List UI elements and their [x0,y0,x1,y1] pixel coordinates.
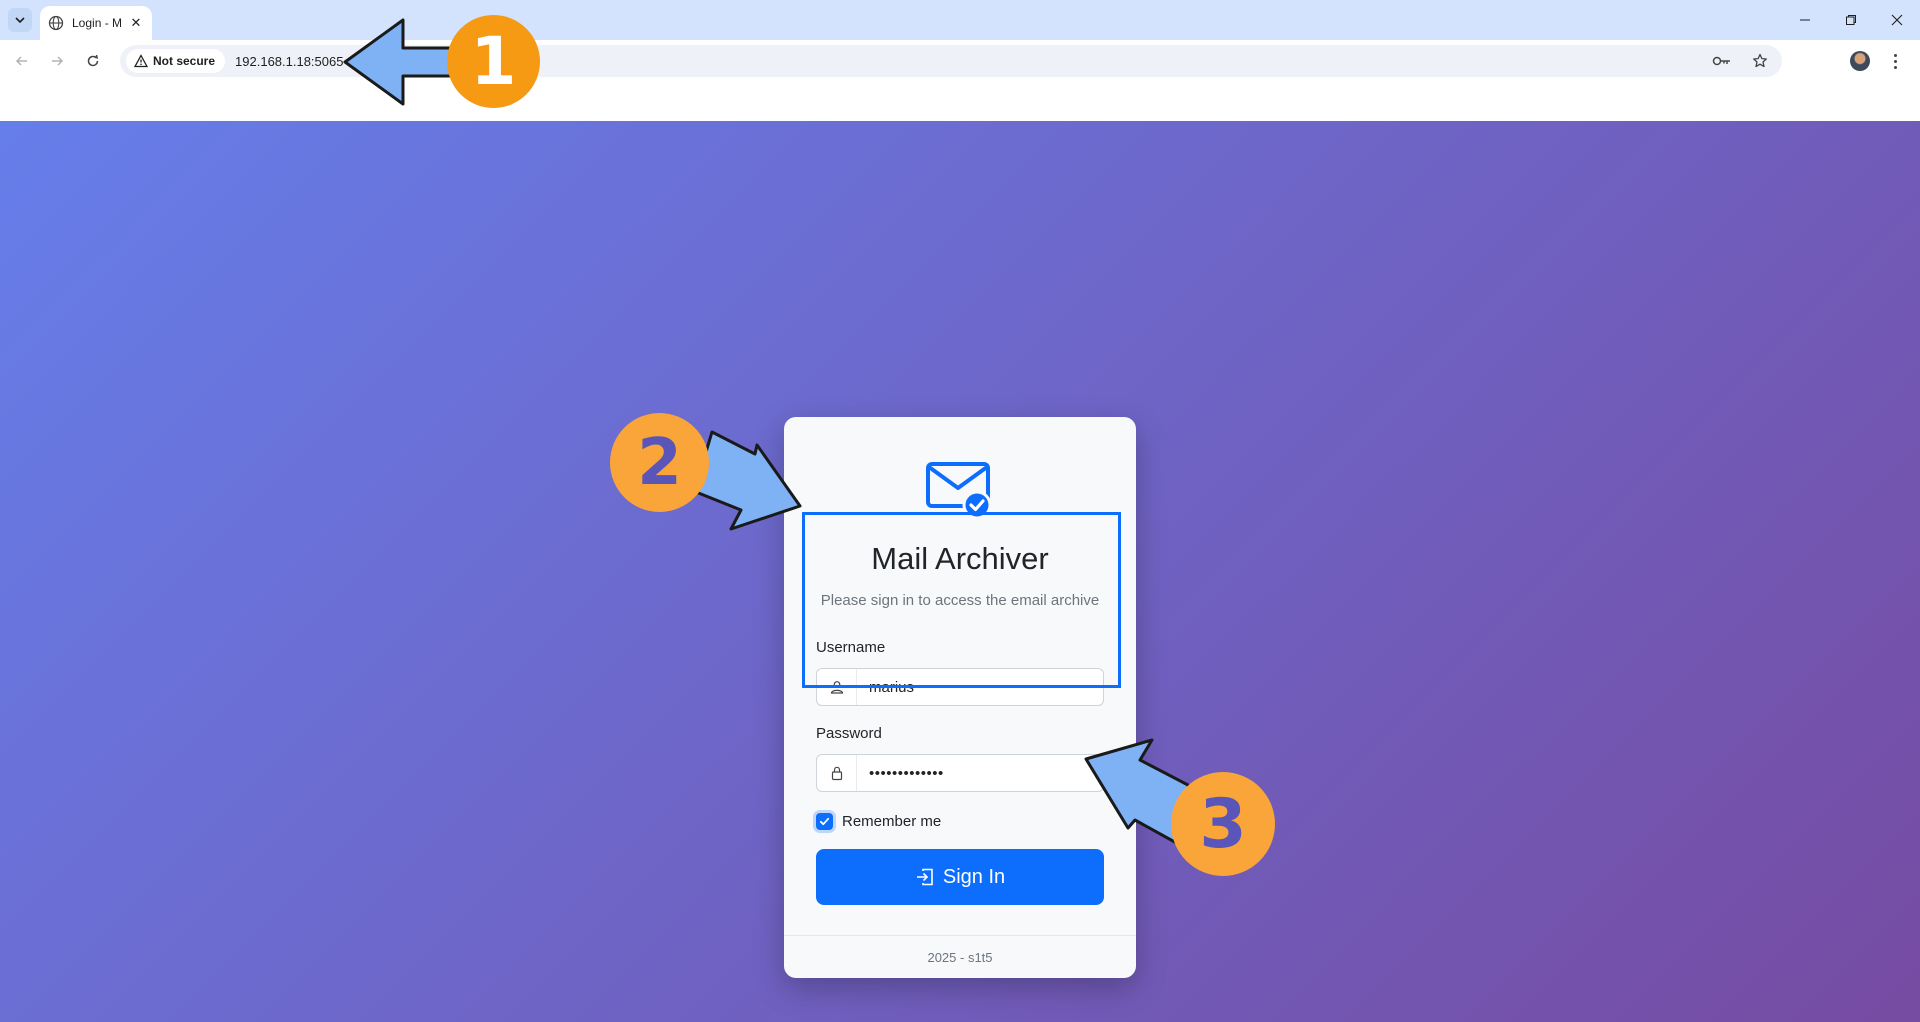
password-label: Password [816,725,882,742]
globe-icon [48,15,64,31]
card-footer: 2025 - s1t5 [784,935,1136,978]
step-1-badge: 1 [447,15,540,108]
browser-tab[interactable]: Login - M ✕ [40,6,152,40]
tab-close-icon[interactable]: ✕ [128,15,144,31]
password-field[interactable]: ••••••••••••• [816,754,1104,792]
key-icon [1712,56,1730,66]
browser-tab-bar: Login - M ✕ [0,0,1920,40]
reload-icon [87,54,99,67]
security-chip-label: Not secure [153,54,216,68]
close-window-button[interactable] [1874,0,1920,40]
remember-me-label[interactable]: Remember me [842,813,941,830]
tab-search-button[interactable] [8,8,32,32]
password-value: ••••••••••••• [869,764,944,782]
chevron-down-icon [15,17,25,24]
close-icon [1891,14,1903,26]
arrow-right-icon [52,56,64,66]
step-2-badge: 2 [610,413,709,512]
sign-in-label: Sign In [942,865,1006,888]
step-3-badge: 3 [1171,772,1275,876]
restore-icon [1846,15,1856,25]
lock-icon [817,755,857,791]
remember-me: Remember me [816,813,941,830]
address-bar[interactable]: Not secure 192.168.1.18:5065 [120,45,1782,77]
browser-toolbar: Not secure 192.168.1.18:5065 [0,40,1920,82]
page-top-strip [0,82,1920,121]
sign-in-button[interactable]: Sign In [816,849,1104,905]
browser-menu-icon[interactable] [1887,49,1903,73]
login-card: Mail Archiver Please sign in to access t… [784,417,1136,978]
url-text[interactable]: 192.168.1.18:5065 [235,54,343,69]
remember-me-checkbox[interactable] [816,813,833,830]
tab-title: Login - M [72,16,123,30]
reload-button[interactable] [79,47,107,75]
back-button[interactable] [8,47,36,75]
check-icon [819,817,830,826]
security-chip[interactable]: Not secure [126,49,226,73]
sign-in-icon [916,868,933,886]
star-icon [1753,53,1767,68]
envelope-check-icon [926,462,992,519]
restore-button[interactable] [1828,0,1874,40]
credentials-highlight-box [802,512,1121,688]
bookmark-button[interactable] [1748,49,1772,73]
forward-button[interactable] [43,47,71,75]
warning-icon [134,54,148,68]
minimize-icon [1800,19,1810,21]
profile-avatar[interactable] [1850,51,1870,71]
minimize-button[interactable] [1782,0,1828,40]
password-key-button[interactable] [1710,49,1734,73]
arrow-left-icon [15,56,27,66]
